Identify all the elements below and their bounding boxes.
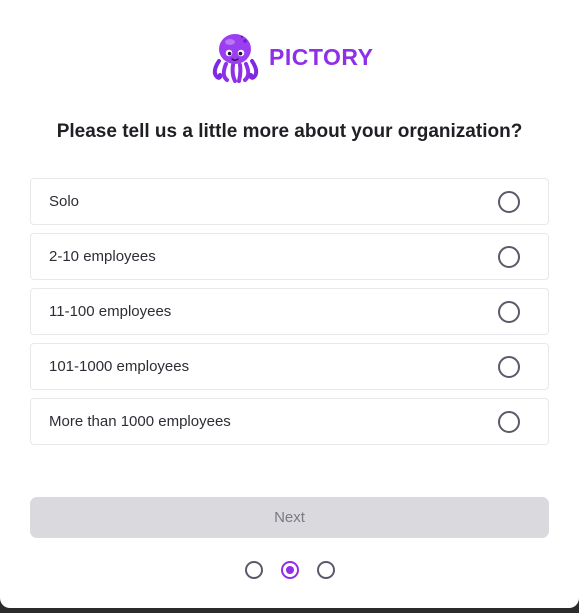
radio-button[interactable]: [498, 300, 520, 323]
octopus-icon: [209, 31, 261, 83]
step-dot-3[interactable]: [317, 561, 335, 579]
step-indicator: [245, 561, 335, 579]
option-label: 101-1000 employees: [49, 358, 190, 375]
option-solo[interactable]: Solo: [30, 178, 549, 225]
option-2-10-employees[interactable]: 2-10 employees: [30, 233, 549, 280]
radio-button[interactable]: [498, 410, 520, 433]
option-label: Solo: [49, 193, 80, 210]
organization-size-options: Solo 2-10 employees 11-100 employees 101…: [30, 178, 549, 453]
step-dot-1[interactable]: [245, 561, 263, 579]
radio-button[interactable]: [498, 355, 520, 378]
radio-button[interactable]: [498, 245, 520, 268]
step-dot-2-active[interactable]: [281, 561, 299, 579]
option-label: 11-100 employees: [49, 303, 172, 320]
onboarding-card: PICTORY Please tell us a little more abo…: [0, 0, 579, 608]
option-label: More than 1000 employees: [49, 413, 231, 430]
option-11-100-employees[interactable]: 11-100 employees: [30, 288, 549, 335]
option-101-1000-employees[interactable]: 101-1000 employees: [30, 343, 549, 390]
brand-name: PICTORY: [269, 43, 374, 70]
option-more-than-1000-employees[interactable]: More than 1000 employees: [30, 398, 549, 445]
next-button[interactable]: Next: [30, 497, 549, 538]
page-title: Please tell us a little more about your …: [56, 121, 523, 142]
radio-button[interactable]: [498, 190, 520, 213]
logo: PICTORY: [209, 31, 373, 83]
option-label: 2-10 employees: [49, 248, 156, 265]
